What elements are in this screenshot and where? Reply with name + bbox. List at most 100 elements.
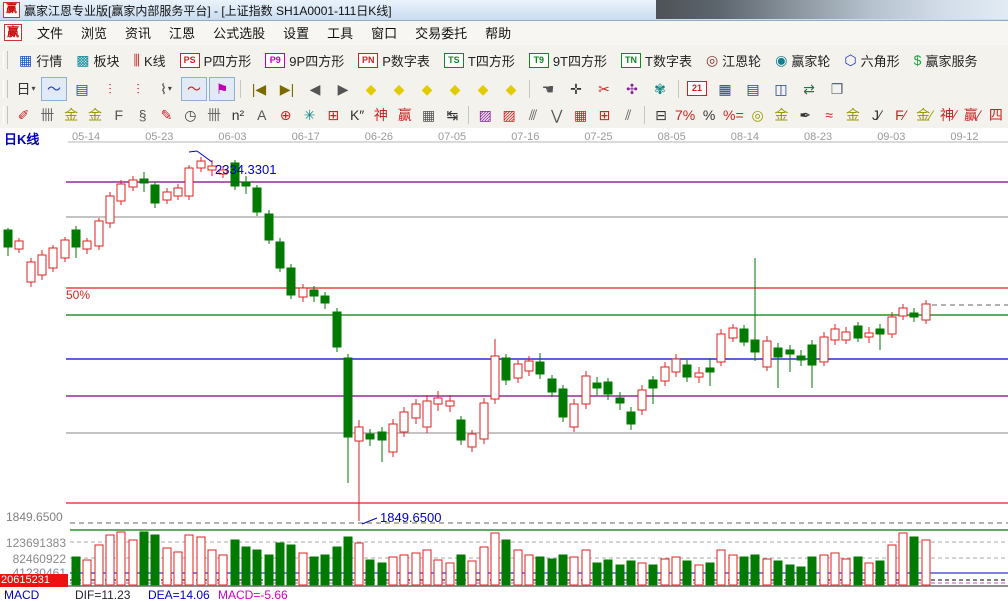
scale-tool-button[interactable]: ⊟ [650,104,672,127]
percent-lines-button[interactable]: %= [722,104,745,127]
grid-star-button[interactable]: ⊞ [322,104,344,127]
notepad-button[interactable]: ▤ [740,77,766,101]
angle-a-button[interactable]: A [251,104,273,127]
diamond-star-button[interactable]: ◆ [470,77,496,101]
hand-tool-button[interactable]: ☚ [535,77,561,101]
winner-wheel-button[interactable]: ◉赢家轮 [768,48,837,72]
sectors-button[interactable]: ▩板块 [69,48,126,72]
candle-style-dropdown-icon: 日 [16,82,30,96]
step-back-button[interactable]: ◀ [302,77,328,101]
menu-8[interactable]: 窗口 [362,24,406,43]
gold-coin-button[interactable]: ◎ [747,104,769,127]
k-marks-button[interactable]: K″ [346,104,368,127]
p-number-table-button[interactable]: PNP数字表 [351,48,437,72]
ying-tool-button[interactable]: 赢 [394,104,416,127]
pen-black-button[interactable]: ✒ [794,104,816,127]
toolbar-grip[interactable] [3,51,8,69]
menu-3[interactable]: 资讯 [116,24,160,43]
menu-10[interactable]: 帮助 [476,24,520,43]
kline-button[interactable]: ⫼K线 [127,48,173,72]
t-number-table-button[interactable]: TNT数字表 [614,48,699,72]
spiral-button[interactable]: § [132,104,154,127]
menu-6[interactable]: 设置 [274,24,318,43]
box-purple-button[interactable]: ▨ [474,104,496,127]
star-teal-button[interactable]: ✳ [299,104,321,127]
info-panel-button[interactable]: ▤ [69,77,95,101]
candle-style-dropdown-button[interactable]: 日▾ [13,77,39,101]
menu-5[interactable]: 公式选股 [204,24,274,43]
shen-angle-button[interactable]: 神∕ [937,104,959,127]
compass-red-button[interactable]: ⊕ [275,104,297,127]
comb-grid-button[interactable]: 卌 [36,104,58,127]
n-squared-button[interactable]: n² [227,104,249,127]
remote-pc-button[interactable]: ❒ [824,77,850,101]
time-clock-button[interactable]: ◷ [179,104,201,127]
percent-7-button[interactable]: 7% [674,104,696,127]
fib-f-button[interactable]: F [108,104,130,127]
kline-chart-canvas[interactable]: 2334.33011849.6500 [0,128,1008,600]
candle-width-dropdown-button[interactable]: ⌇▾ [153,77,179,101]
slash-lines-button[interactable]: ⫽ [617,104,639,127]
menu-7[interactable]: 工具 [318,24,362,43]
grid-123-button[interactable]: ▦ [418,104,440,127]
menu-9[interactable]: 交易委托 [406,24,476,43]
menu-app-icon[interactable]: 赢 [4,24,22,41]
gold-gann-2-button[interactable]: 金 [84,104,106,127]
t-square-button[interactable]: TST四方形 [437,48,522,72]
j-angle-button[interactable]: J∕ [866,104,888,127]
f-angle-button[interactable]: F∕ [890,104,912,127]
wave-red-button[interactable]: ≈ [818,104,840,127]
diamond-right-button[interactable]: ◆ [386,77,412,101]
toolbar-grip[interactable] [3,106,8,124]
grid-red-2-button[interactable]: ⊞ [593,104,615,127]
angle-cut-tool-button[interactable]: ✂ [591,77,617,101]
diamond-all-button[interactable]: ◆ [498,77,524,101]
toolbar-grip[interactable] [3,80,8,98]
comb-grid-2-button[interactable]: 卌 [203,104,225,127]
pencil-red-button[interactable]: ✎ [156,104,178,127]
gold-angle-2-button[interactable]: 金∕ [913,104,935,127]
gold-coin-icon: ◎ [751,108,763,122]
red-wave-button[interactable]: 〜 [181,77,207,101]
shen-tool-button[interactable]: 神 [370,104,392,127]
knife-tool-button[interactable]: ✐ [13,104,35,127]
brain-tool-button[interactable]: ✾ [647,77,673,101]
save-button[interactable]: ◫ [768,77,794,101]
go-first-button[interactable]: |◀ [246,77,272,101]
gold-lines-button[interactable]: 金 [770,104,792,127]
flag-histogram-button[interactable]: ⚑ [209,77,235,101]
gann-tool-purple-button[interactable]: ✣ [619,77,645,101]
crosshair-tool-button[interactable]: ✛ [563,77,589,101]
fan-lines-button[interactable]: ⫻ [522,104,544,127]
wave-chart-button[interactable]: 〜 [41,77,67,101]
9t-square-button[interactable]: T99T四方形 [522,48,614,72]
calculator-button[interactable]: ▦ [712,77,738,101]
grid-red-1-button[interactable]: ▦ [570,104,592,127]
span-arrows-button[interactable]: ↹ [442,104,464,127]
diamond-left-button[interactable]: ◆ [358,77,384,101]
p-square-button[interactable]: PSP四方形 [173,48,259,72]
menu-4[interactable]: 江恩 [160,24,204,43]
volume-9-bars-button[interactable]: ⫶ [125,77,151,101]
go-last-button[interactable]: ▶| [274,77,300,101]
v-lines-button[interactable]: ⋁ [546,104,568,127]
volume-3-bars-button[interactable]: ⫶ [97,77,123,101]
gann-wheel-button[interactable]: ◎江恩轮 [699,48,768,72]
gold-gann-1-button[interactable]: 金 [60,104,82,127]
winner-service-button[interactable]: $赢家服务 [907,48,985,72]
diamond-h-expand-button[interactable]: ◆ [414,77,440,101]
percent-button[interactable]: % [698,104,720,127]
menu-1[interactable]: 文件 [28,24,72,43]
ying-angle-button[interactable]: 赢∕ [961,104,983,127]
9p-square-button[interactable]: P99P四方形 [258,48,351,72]
quotes-button[interactable]: ▦行情 [12,48,69,72]
gold-angle-button[interactable]: 金 [842,104,864,127]
si-angle-button[interactable]: 四 [985,104,1007,127]
menu-2[interactable]: 浏览 [72,24,116,43]
diamond-compress-button[interactable]: ◆ [442,77,468,101]
hexagon-button[interactable]: ⬡六角形 [837,48,906,72]
calendar-button[interactable]: 21 [684,77,710,101]
step-forward-button[interactable]: ▶ [330,77,356,101]
box-red-button[interactable]: ▨ [498,104,520,127]
net-export-button[interactable]: ⇄ [796,77,822,101]
